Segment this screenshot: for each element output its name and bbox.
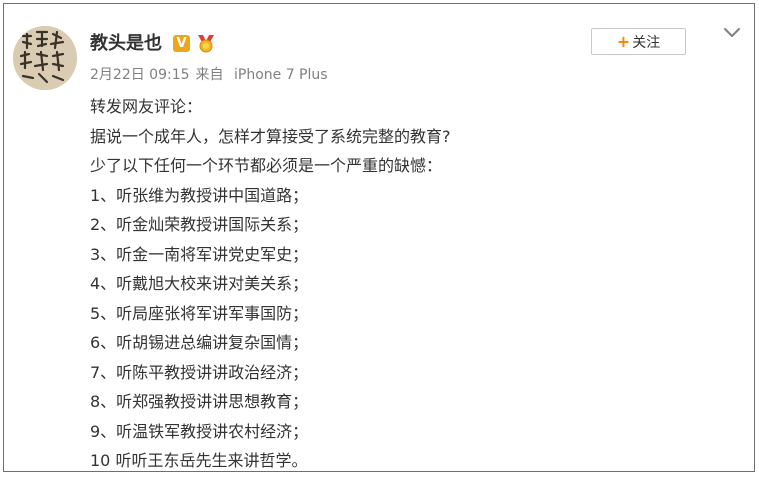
content-line: 1、听张维为教授讲中国道路；	[90, 185, 309, 205]
follow-button-label: 关注	[632, 34, 661, 51]
follow-button[interactable]: + 关注	[591, 28, 686, 55]
post-timestamp[interactable]: 2月22日 09:15	[90, 67, 190, 83]
medal-icon[interactable]	[194, 33, 218, 53]
post-content: 转发网友评论： 据说一个成年人，怎样才算接受了系统完整的教育? 少了以下任何一个…	[90, 92, 730, 476]
plus-icon: +	[616, 31, 631, 51]
avatar[interactable]	[13, 26, 77, 90]
content-line: 6、听胡锡进总编讲复杂国情；	[90, 333, 309, 352]
source-prefix: 来自	[195, 67, 224, 83]
content-line: 10 听听王东岳先生来讲哲学。	[90, 451, 308, 470]
content-line: 4、听戴旭大校来讲对美关系；	[90, 274, 309, 293]
vip-v-icon[interactable]: V	[173, 35, 190, 52]
content-line: 转发网友评论：	[90, 97, 203, 116]
content-line: 7、听陈平教授讲讲政治经济；	[90, 362, 309, 382]
post-meta: 2月22日 09:15 来自 iPhone 7 Plus	[90, 66, 328, 84]
content-line: 据说一个成年人，怎样才算接受了系统完整的教育?	[90, 126, 451, 146]
content-line: 5、听局座张将军讲军事国防；	[90, 303, 309, 323]
source-device[interactable]: iPhone 7 Plus	[234, 67, 328, 83]
weibo-post-card: 教头是也 V 2月22日 09:15 来自 iPhone 7 Plus + 关注 …	[3, 3, 755, 472]
content-line: 9、听温铁军教授讲农村经济；	[90, 421, 309, 441]
content-line: 8、听郑强教授讲讲思想教育；	[90, 392, 309, 411]
content-line: 少了以下任何一个环节都必须是一个严重的缺憾：	[90, 156, 443, 175]
chevron-down-icon[interactable]	[723, 26, 741, 40]
calligraphy-avatar-icon	[13, 26, 77, 90]
content-line: 3、听金一南将军讲党史军史；	[90, 244, 309, 264]
content-line: 2、听金灿荣教授讲国际关系；	[90, 215, 309, 234]
username[interactable]: 教头是也	[90, 33, 162, 55]
